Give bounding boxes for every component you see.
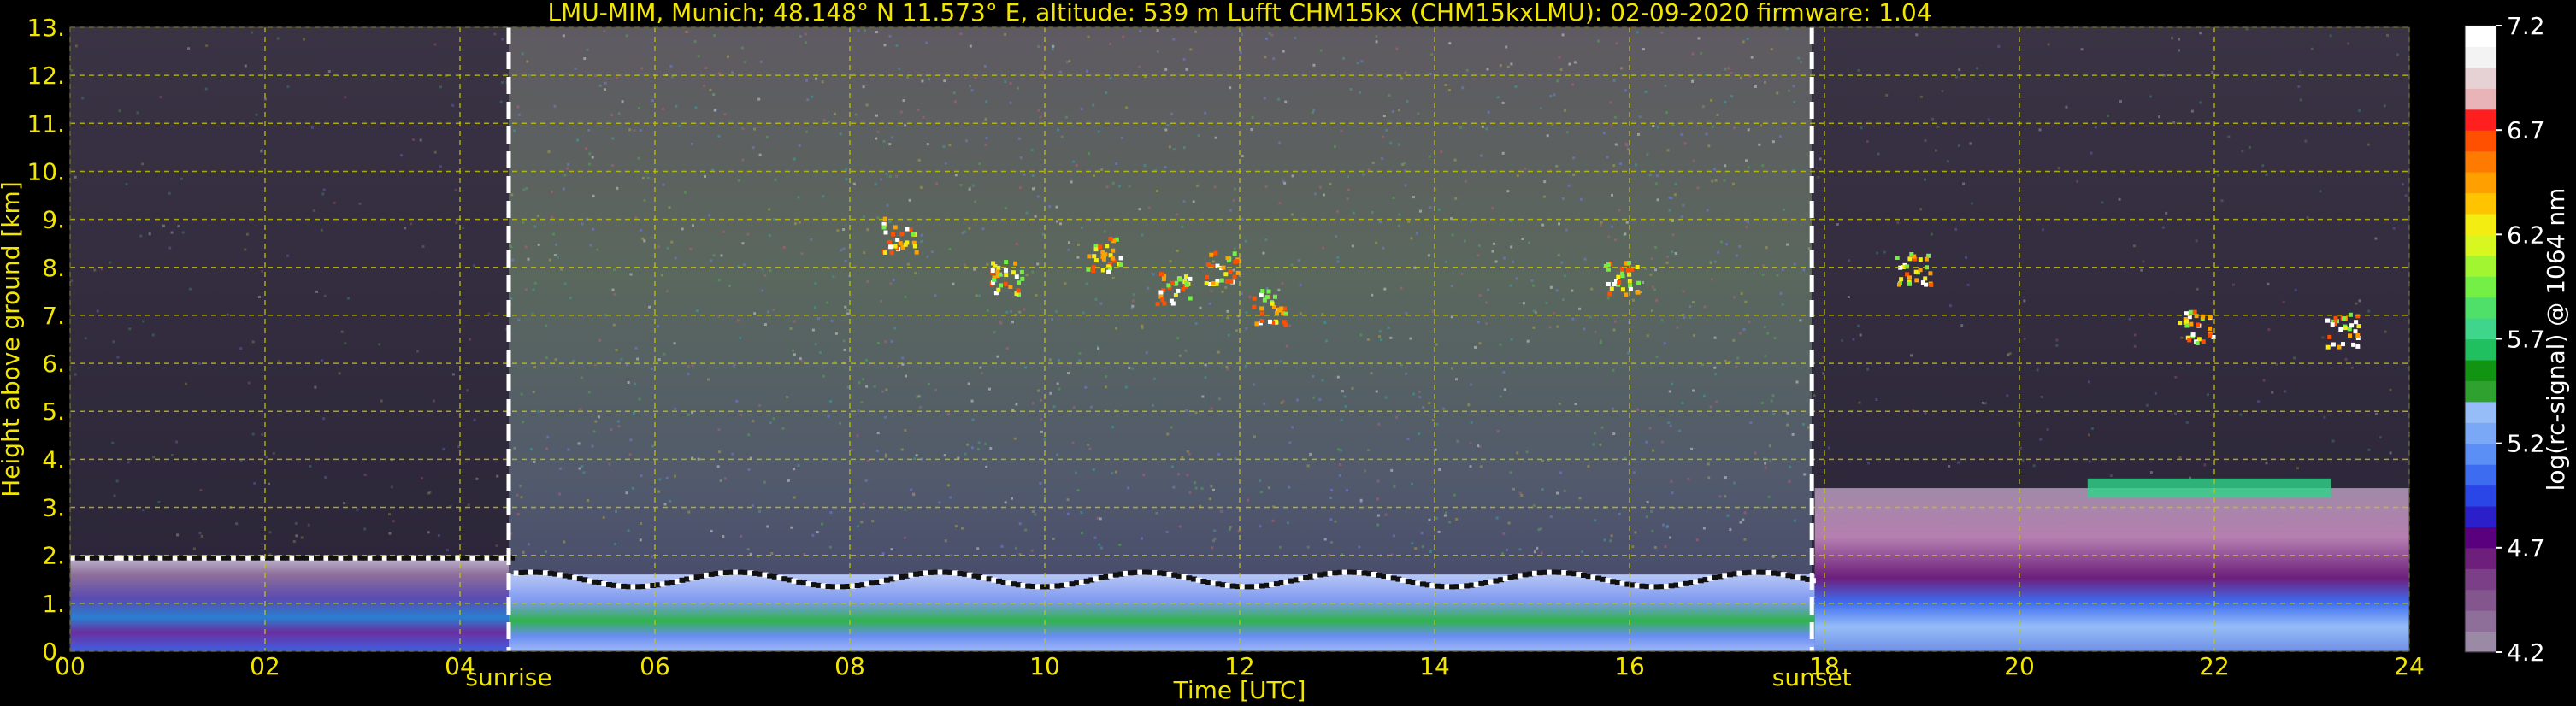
colorbar-cell [2465,631,2496,653]
colorbar-tick-label: 6.2 [2507,221,2545,249]
plot-area [69,26,2410,652]
y-tick-label: 0. [42,638,65,666]
colorbar-cell [2465,568,2496,591]
colorbar-cell [2465,318,2496,340]
evening-cloud-layer [2087,478,2331,498]
colorbar-cell [2465,276,2496,298]
colorbar-cell [2465,464,2496,486]
colorbar-cell [2465,46,2496,68]
colorbar-tick-label: 5.2 [2507,430,2545,458]
ceilometer-chart: 00 02 04 06 08 10 12 14 16 18 20 22 24 0.1.2.3.4.5.6… [0,0,2570,704]
colorbar-cell [2465,485,2496,507]
y-tick-label: 5. [42,397,65,426]
y-tick-label: 1. [42,590,65,618]
colorbar-cell [2465,297,2496,319]
colorbar-tick-label: 6.7 [2507,116,2545,144]
y-tick-label: 3. [42,494,65,522]
colorbar-cell [2465,547,2496,569]
x-tick-label: 24 [2394,652,2425,680]
colorbar-cell [2465,401,2496,423]
y-tick-label: 9. [42,206,65,234]
colorbar-cell [2465,443,2496,465]
colorbar-cell [2465,380,2496,403]
sunset-label: sunset [1772,663,1852,691]
colorbar-ticks: 4.2 4.7 5.2 5.7 6.2 6.7 7.2 [2496,12,2545,667]
x-tick-label: 14 [1419,652,1450,680]
colorbar-cell [2465,109,2496,131]
y-tick-label: 6. [42,350,65,378]
colorbar-cell [2465,67,2496,89]
x-tick-label: 06 [640,652,670,680]
y-tick-label: 13. [27,14,65,42]
y-axis-label: Height above ground [km] [0,181,25,497]
colorbar-cell [2465,150,2496,173]
y-tick-label: 4. [42,445,65,474]
x-tick-label: 02 [250,652,280,680]
colorbar-cell [2465,338,2496,361]
feature-boundary-layer-day- [509,574,1815,651]
chart-title: LMU-MIM, Munich; 48.148° N 11.573° E, al… [547,0,1931,26]
colorbar-cell [2465,255,2496,277]
colorbar-cell [2465,610,2496,632]
x-tick-label: 20 [2004,652,2035,680]
y-tick-label: 2. [42,542,65,570]
colorbar-cell [2465,505,2496,527]
y-tick-label: 12. [27,62,65,90]
y-tick-label: 10. [27,157,65,185]
y-tick-label: 8. [42,254,65,282]
colorbar-cell [2465,422,2496,444]
colorbar-cell [2465,359,2496,381]
y-tick-label: 7. [42,302,65,330]
colorbar-cell [2465,130,2496,152]
x-tick-label: 10 [1029,652,1060,680]
colorbar-cell [2465,172,2496,194]
colorbar-cell [2465,192,2496,215]
x-tick-label: 16 [1614,652,1645,680]
colorbar-tick-label: 4.2 [2507,638,2545,667]
colorbar-cell [2465,589,2496,611]
sunrise-label: sunrise [465,663,551,691]
x-tick-label: 22 [2199,652,2230,680]
colorbar-tick-label: 7.2 [2507,12,2545,40]
colorbar-cell [2465,213,2496,235]
colorbar-cell [2465,26,2496,48]
colorbar-cell [2465,527,2496,549]
colorbar-tick-label: 4.7 [2507,534,2545,562]
colorbar-cell [2465,234,2496,256]
colorbar-label: log(rc-signal) @ 1064 nm [2542,188,2570,491]
y-tick-label: 11. [27,109,65,138]
colorbar: 4.2 4.7 5.2 5.7 6.2 6.7 7.2 log(rc-signal) @ 1… [2464,12,2570,667]
day-noise [509,27,1813,651]
x-axis-label: Time [UTC] [1173,676,1306,704]
colorbar-tick-label: 5.7 [2507,326,2545,354]
colorbar-cell [2465,88,2496,110]
x-tick-label: 08 [834,652,865,680]
colorbar-cells [2465,26,2496,653]
y-axis-ticks: 0. 1. 2. 3. 4. 5. 6. 7. 8. 9. 10. 11. 12. 13. [27,14,65,666]
feature-residual-layer-evening- [1814,488,2409,651]
